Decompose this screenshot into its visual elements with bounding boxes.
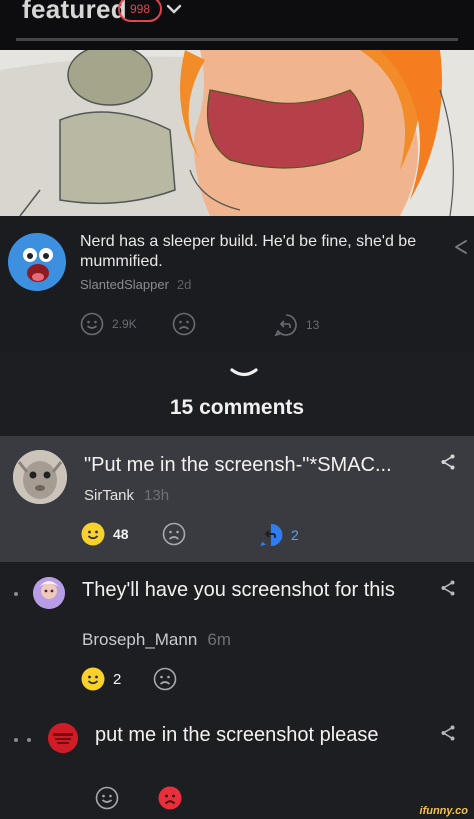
chevron-down-icon[interactable]	[166, 2, 182, 16]
post-time: 2d	[176, 277, 192, 292]
reply-count: 13	[306, 318, 320, 332]
smile-icon	[81, 667, 105, 691]
comment-text: put me in the screenshot please	[95, 724, 379, 746]
top-bar: featured 998	[0, 0, 474, 50]
comment-author[interactable]: Broseph_Mann 6m	[82, 630, 231, 650]
share-icon[interactable]	[452, 238, 470, 256]
chevron-down-icon[interactable]	[230, 367, 258, 379]
meme-image[interactable]	[0, 50, 474, 216]
frown-reaction[interactable]	[162, 522, 186, 546]
comment-author-avatar[interactable]	[13, 450, 67, 504]
thread-indent-dot	[14, 738, 18, 742]
smile-count: 48	[113, 526, 129, 542]
comment-author[interactable]: SirTank 13h	[84, 487, 169, 504]
watermark: ifunny.co	[419, 805, 468, 817]
frown-icon	[172, 312, 196, 336]
thread-indent-dot	[27, 738, 31, 742]
smile-reaction[interactable]: 48	[81, 522, 129, 546]
post-caption: Nerd has a sleeper build. He'd be fine, …	[0, 216, 474, 352]
smile-reaction[interactable]: 2.9K	[80, 312, 137, 336]
frown-reaction[interactable]	[158, 786, 182, 810]
comment-text: They'll have you screenshot for this	[82, 579, 395, 601]
share-icon[interactable]	[439, 579, 457, 597]
thread-indent-dot	[14, 592, 18, 596]
smile-icon	[81, 522, 105, 546]
reply-count: 2	[291, 527, 299, 543]
comment-author-avatar[interactable]	[48, 723, 78, 753]
reply-reaction[interactable]: 13	[274, 313, 319, 337]
frown-reaction[interactable]	[153, 667, 177, 691]
comment-author-avatar[interactable]	[33, 577, 65, 609]
smile-reaction[interactable]	[95, 786, 119, 810]
smile-icon	[80, 312, 104, 336]
feed-count-badge: 998	[118, 0, 163, 22]
share-icon[interactable]	[439, 724, 457, 742]
reply-reaction[interactable]: 2	[259, 523, 299, 547]
post-author-name[interactable]: SlantedSlapper	[80, 277, 169, 292]
comment-author-name[interactable]: SirTank	[84, 487, 134, 504]
smile-icon	[95, 786, 119, 810]
smile-count: 2.9K	[112, 317, 137, 331]
post-author[interactable]: SlantedSlapper 2d	[80, 277, 191, 292]
comment-author-name[interactable]: Broseph_Mann	[82, 630, 197, 649]
comments-count: 15 comments	[169, 396, 305, 419]
comment-time: 13h	[144, 487, 170, 504]
reply-icon	[274, 314, 297, 337]
comment-item: "Put me in the screensh-"*SMAC... SirTan…	[0, 436, 474, 562]
post-author-avatar[interactable]	[8, 233, 66, 291]
frown-icon	[162, 522, 186, 546]
feed-title[interactable]: featured	[22, 0, 127, 25]
smile-count: 2	[113, 670, 122, 688]
frown-reaction[interactable]	[172, 312, 196, 336]
frown-icon	[158, 786, 182, 810]
post-text: Nerd has a sleeper build. He'd be fine, …	[80, 233, 417, 270]
comment-text: "Put me in the screensh-"*SMAC...	[84, 454, 392, 476]
share-icon[interactable]	[439, 453, 457, 471]
comment-time: 6m	[207, 630, 231, 649]
reply-icon	[260, 523, 283, 546]
divider	[16, 38, 458, 41]
smile-reaction[interactable]: 2	[81, 667, 121, 691]
frown-icon	[153, 667, 177, 691]
